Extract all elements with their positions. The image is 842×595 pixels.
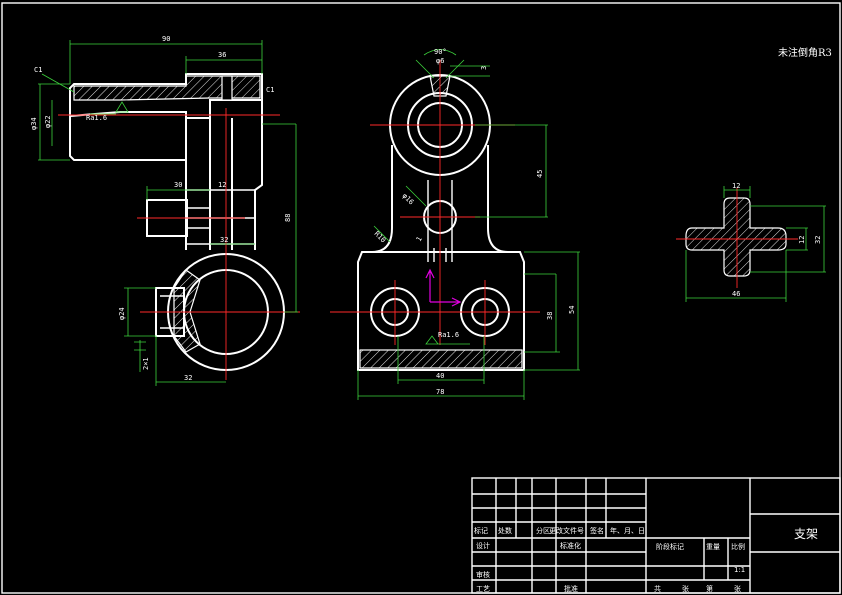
tb-process: 工艺 <box>476 585 490 593</box>
tb-h1: 标记 <box>474 526 488 535</box>
ra-front: Ra1.6 <box>438 331 459 339</box>
dim-r10: R10 <box>373 230 388 245</box>
dim-1: 1 <box>415 235 424 243</box>
dim-c1-left: C1 <box>34 66 42 74</box>
general-note: 未注倒角R3 <box>778 46 832 59</box>
tb-approve: 批准 <box>564 584 578 593</box>
dim-40: 40 <box>436 372 444 380</box>
tb-sheet-4: 张 <box>734 584 741 593</box>
tb-h5: 签名 <box>590 526 604 535</box>
dim-phi22: φ22 <box>44 115 52 128</box>
cross-section <box>685 197 787 277</box>
tb-h3: 分区 <box>536 526 550 535</box>
tb-h6: 年、月、日 <box>610 526 645 535</box>
dim-88: 88 <box>284 214 292 222</box>
front-base-hatch <box>359 349 523 369</box>
dim-3: 3 <box>480 66 488 70</box>
left-view: 90 36 C1 C1 φ34 φ22 Ra1.6 30 12 32 88 φ2… <box>30 35 300 386</box>
tb-h2: 处数 <box>498 526 512 535</box>
dim-36: 36 <box>218 51 226 59</box>
part-name: 支架 <box>794 527 818 541</box>
dim-38: 38 <box>546 312 554 320</box>
dim-phi24: φ24 <box>118 307 126 320</box>
dim-54: 54 <box>568 306 576 314</box>
dim-section-12a: 12 <box>732 182 740 190</box>
tb-design: 设计 <box>476 541 490 550</box>
tb-standard: 标准化 <box>560 541 581 550</box>
tb-h4: 更改文件号 <box>549 526 584 535</box>
dim-90: 90 <box>162 35 170 43</box>
dim-section-46: 46 <box>732 290 740 298</box>
section-view: 12 12 32 46 <box>676 182 826 302</box>
tb-review: 审核 <box>476 570 490 579</box>
cad-drawing-canvas: 未注倒角R3 90 36 C1 C1 φ34 φ22 Ra1.6 30 12 3… <box>1 2 841 594</box>
tb-sheet-1: 共 <box>654 584 661 593</box>
tb-sheet-2: 张 <box>682 584 689 593</box>
dim-32a: 32 <box>220 236 228 244</box>
dim-78: 78 <box>436 388 444 396</box>
dim-90deg: 90° <box>434 48 447 56</box>
dim-phi16: φ16 <box>401 192 416 207</box>
dim-2x1: 2×1 <box>142 357 150 370</box>
tb-ratio-label: 比例 <box>731 542 745 551</box>
title-block: 标记 处数 分区 更改文件号 签名 年、月、日 设计 标准化 审核 工艺 批准 … <box>471 477 841 594</box>
dim-12: 12 <box>218 181 226 189</box>
left-arm-slot <box>221 75 233 101</box>
left-arm-lower <box>69 100 187 161</box>
dim-phi34: φ34 <box>30 117 38 130</box>
tb-weight: 重量 <box>706 543 720 551</box>
dim-30: 30 <box>174 181 182 189</box>
dim-32b: 32 <box>184 374 192 382</box>
dim-45: 45 <box>536 170 544 178</box>
ra-left: Ra1.6 <box>86 114 107 122</box>
tb-stage: 阶段标记 <box>656 542 684 551</box>
dim-phi6: φ6 <box>436 57 444 65</box>
dim-section-12b: 12 <box>798 236 806 244</box>
axis-indicator <box>425 268 462 307</box>
dim-c1-right: C1 <box>266 86 274 94</box>
dim-section-32: 32 <box>814 236 822 244</box>
front-view: 90° φ6 3 45 φ16 R10 1 Ra1.6 38 54 40 78 <box>330 48 580 400</box>
tb-ratio-value: 1:1 <box>734 566 745 574</box>
left-ring-lug-hatch <box>173 269 201 353</box>
tb-sheet-3: 第 <box>706 584 713 593</box>
